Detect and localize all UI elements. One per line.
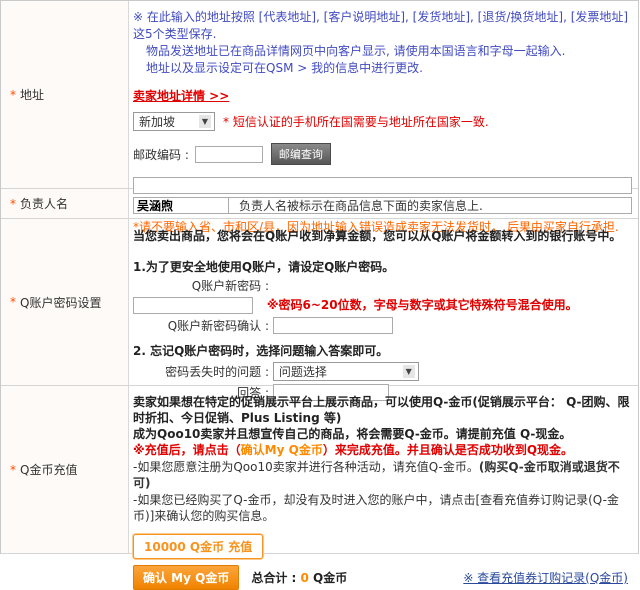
postal-lookup-button[interactable]: 邮编查询 [271,143,331,165]
confirm-my-qcoin-button[interactable]: 确认 My Q金币 [133,565,239,590]
address-note-line3: 地址以及显示设定可在QSM > 我的信息中进行更改. [133,60,632,77]
password-step2: 2. 忘记Q账户密码时，选择问题输入答案即可。 [133,342,632,359]
qcoin-content-cell: 卖家如果想在特定的促销展示平台上展示商品，可以使用Q-金币(促销展示平台： Q-… [129,386,638,553]
qcoin-red-inner: 确认My Q金币 [241,443,323,457]
password-label-cell: * Q账户密码设置 [1,219,129,385]
new-password-label: Q账户新密码 : [133,277,269,294]
address-row: * 地址 ※ 在此输入的地址按照 [代表地址], [客户说明地址], [发货地址… [1,1,638,189]
address-content-cell: ※ 在此输入的地址按照 [代表地址], [客户说明地址], [发货地址], [退… [129,1,638,188]
qcoin-li1-normal: -如果您愿意注册为Qoo10卖家并进行各种活动，请充值Q-金币。 [133,460,479,474]
new-password-label-line: Q账户新密码 : [133,277,632,294]
seller-address-detail-link[interactable]: 卖家地址详情 >> [133,87,229,104]
postal-line: 邮政编码 : 邮编查询 [133,143,632,165]
password-label: Q账户密码设置 [20,294,101,311]
security-question-line: 密码丢失时的问题 : 问题选择 ▼ [133,362,632,381]
qcoin-paragraph1: 卖家如果想在特定的促销展示平台上展示商品，可以使用Q-金币(促销展示平台： Q-… [133,394,632,426]
confirm-password-input[interactable] [273,317,393,334]
password-step1: 1.为了更安全地使用Q账户，请设定Q账户密码。 [133,258,632,275]
required-mark: * [10,463,16,477]
manager-row: * 负责人名 负责人名被标示在商品信息下面的卖家信息上. [1,189,638,219]
address-label-cell: * 地址 [1,1,129,188]
required-mark: * [10,88,16,102]
qcoin-list-item2: -如果您已经购买了Q-金币，却没有及时进入您的账户中，请点击[查看充值券订购记录… [133,492,632,524]
total-label: 总合计 : [251,571,296,585]
address-notes: ※ 在此输入的地址按照 [代表地址], [客户说明地址], [发货地址], [退… [133,9,632,77]
address-note-line1: ※ 在此输入的地址按照 [代表地址], [客户说明地址], [发货地址], [退… [133,10,628,41]
manager-desc: 负责人名被标示在商品信息下面的卖家信息上. [239,197,483,214]
total-value: 0 [301,571,309,585]
qcoin-label: Q金币充值 [20,461,77,478]
qcoin-red-prefix: ※充值后，请点击（ [133,443,241,457]
qcoin-red-note: ※充值后，请点击（确认My Q金币）来完成充值。并且确认是否成功收到Q现金。 [133,442,632,458]
manager-label: 负责人名 [20,195,68,212]
total-unit: Q金币 [313,571,347,585]
postal-code-label: 邮政编码 : [133,146,189,163]
address-note-line2: 物品发送地址已在商品详情网页中向客户显示, 请使用本国语言和字母一起输入. [133,43,632,60]
required-mark: * [10,197,16,211]
password-content-cell: 当您卖出商品，您将会在Q账户收到净算金额，您可以从Q账户将金额转入到的银行账号中… [129,219,638,385]
country-select-value: 新加坡 [139,113,175,130]
new-password-input-line: ※密码6~20位数，字母与数字或其它特殊符号混合使用。 [133,296,632,314]
security-question-label: 密码丢失时的问题 : [133,363,269,380]
recharge-10000-button[interactable]: 10000 Q金币 充值 [133,534,263,559]
seller-settings-form: * 地址 ※ 在此输入的地址按照 [代表地址], [客户说明地址], [发货地址… [0,0,639,554]
password-row: * Q账户密码设置 当您卖出商品，您将会在Q账户收到净算金额，您可以从Q账户将金… [1,219,638,386]
manager-label-cell: * 负责人名 [1,189,129,218]
qcoin-list-item1: -如果您愿意注册为Qoo10卖家并进行各种活动，请充值Q-金币。(购买Q-金币取… [133,459,632,491]
password-intro: 当您卖出商品，您将会在Q账户收到净算金额，您可以从Q账户将金额转入到的银行账号中… [133,227,632,244]
qcoin-confirm-line: 确认 My Q金币 总合计 : 0 Q金币 ※ 查看充值券订购记录(Q金币) [133,565,632,590]
qcoin-row: * Q金币充值 卖家如果想在特定的促销展示平台上展示商品，可以使用Q-金币(促销… [1,386,638,554]
manager-content-cell: 负责人名被标示在商品信息下面的卖家信息上. [129,189,638,218]
country-warning: * 短信认证的手机所在国需要与地址所在国家一致. [223,113,489,130]
address-label: 地址 [20,86,44,103]
security-question-value: 问题选择 [279,363,327,380]
qcoin-red-suffix: ）来完成充值。并且确认是否成功收到Q现金。 [323,443,573,457]
qcoin-total: 总合计 : 0 Q金币 [251,569,347,586]
recharge-history-link[interactable]: ※ 查看充值券订购记录(Q金币) [463,569,628,586]
chevron-down-icon: ▼ [403,365,415,378]
confirm-password-label: Q账户新密码确认 : [133,317,269,334]
qcoin-label-cell: * Q金币充值 [1,386,129,553]
postal-code-input[interactable] [195,146,263,163]
confirm-password-line: Q账户新密码确认 : [133,317,632,334]
country-line: 新加坡 ▼ * 短信认证的手机所在国需要与地址所在国家一致. [133,112,632,131]
qcoin-paragraph2: 成为Qoo10卖家并且想宣传自己的商品，将会需要Q-金币。请提前充值 Q-现金。 [133,426,632,442]
country-select[interactable]: 新加坡 ▼ [133,112,215,131]
required-mark: * [10,295,16,309]
password-hint: ※密码6~20位数，字母与数字或其它特殊符号混合使用。 [267,298,578,312]
security-question-select[interactable]: 问题选择 ▼ [273,362,419,381]
new-password-input[interactable] [133,297,253,314]
chevron-down-icon: ▼ [199,115,211,128]
manager-name-input[interactable] [133,197,229,214]
